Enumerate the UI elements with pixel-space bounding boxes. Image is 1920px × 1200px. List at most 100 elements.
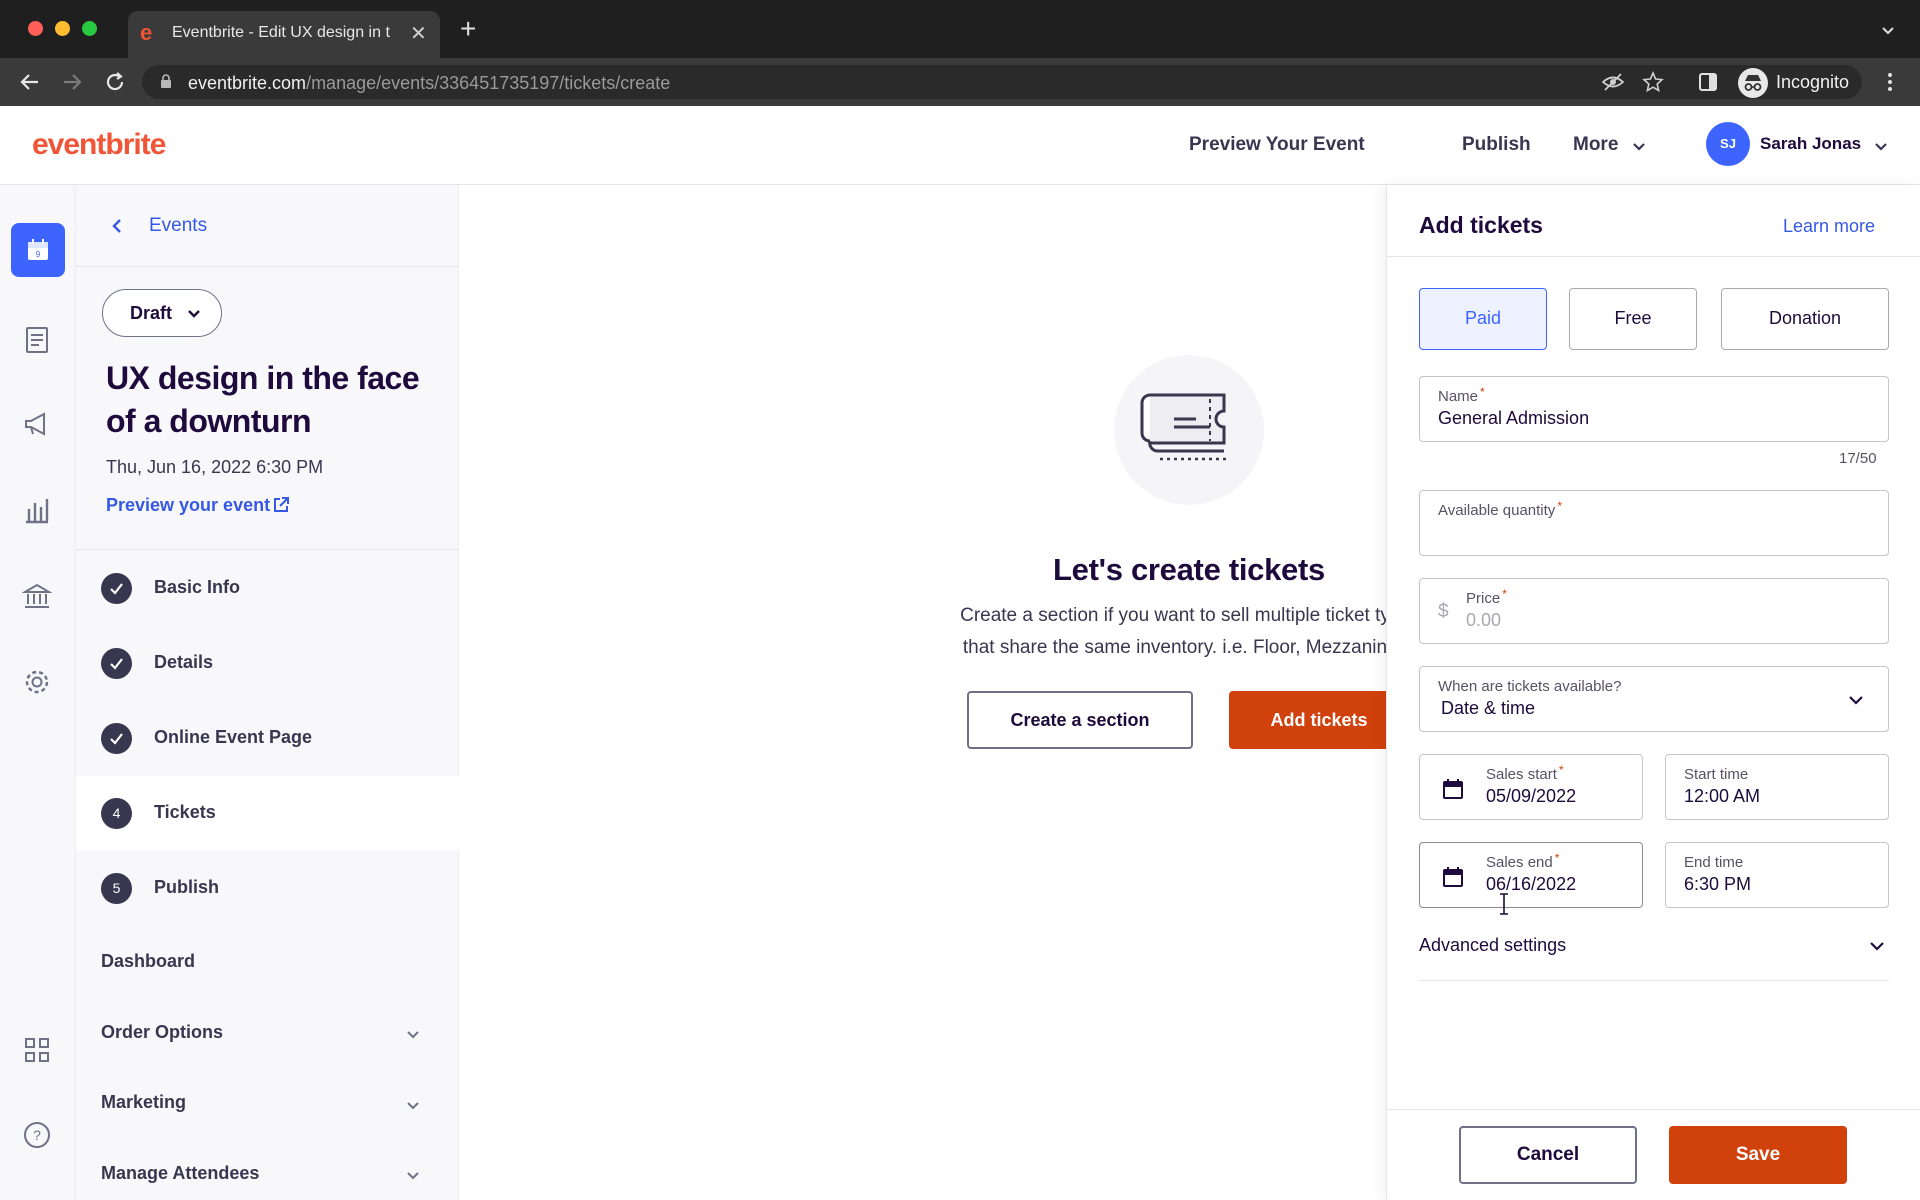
chevron-down-icon[interactable] xyxy=(406,1030,420,1040)
end-time-field[interactable]: End time 6:30 PM xyxy=(1665,842,1889,908)
orders-list-icon[interactable] xyxy=(22,325,52,355)
step-basic-info[interactable]: Basic Info xyxy=(76,551,459,625)
event-date: Thu, Jun 16, 2022 6:30 PM xyxy=(106,457,324,477)
app-header: eventbrite Preview Your Event Publish Mo… xyxy=(0,106,1920,185)
avatar[interactable]: SJ xyxy=(1706,122,1750,166)
ticket-type-free[interactable]: Free xyxy=(1569,288,1697,350)
nav-manage-attendees[interactable]: Manage Attendees xyxy=(101,1163,259,1184)
status-label: Draft xyxy=(130,303,173,323)
url-text: eventbrite.com/manage/events/33645173519… xyxy=(188,73,671,93)
browser-tab[interactable]: e Eventbrite - Edit UX design in t ✕ xyxy=(128,11,440,58)
step-online-event-page[interactable]: Online Event Page xyxy=(76,701,459,775)
sales-end-date-field[interactable]: Sales end * 06/16/2022 xyxy=(1419,842,1643,908)
ticket-type-donation[interactable]: Donation xyxy=(1721,288,1889,350)
step-publish[interactable]: 5 Publish xyxy=(76,851,459,925)
chevron-down-icon xyxy=(188,310,200,318)
step-check-badge xyxy=(101,723,132,754)
reload-icon[interactable] xyxy=(103,70,127,94)
learn-more-link[interactable]: Learn more xyxy=(1783,216,1875,237)
availability-value: Date & time xyxy=(1441,698,1536,718)
settings-gear-icon[interactable] xyxy=(22,667,52,697)
preview-your-event-link[interactable]: Preview Your Event xyxy=(1189,134,1365,156)
calendar-icon xyxy=(1443,867,1463,887)
ticket-name-field[interactable]: Name * General Admission xyxy=(1419,376,1889,442)
tab-title: Eventbrite - Edit UX design in t xyxy=(172,24,390,41)
empty-state-description: Create a section if you want to sell mul… xyxy=(960,605,1390,658)
sidepanel-icon[interactable] xyxy=(1698,72,1718,92)
save-button[interactable]: Save xyxy=(1669,1126,1847,1184)
field-label: When are tickets available? xyxy=(1438,678,1622,695)
price-field[interactable]: $ Price * 0.00 xyxy=(1419,578,1889,644)
available-quantity-field[interactable]: Available quantity * xyxy=(1419,490,1889,556)
sales-start-date-field[interactable]: Sales start * 05/09/2022 xyxy=(1419,754,1643,820)
bookmark-star-icon[interactable] xyxy=(1642,71,1664,93)
event-side-nav: Events Draft UX design in the face of a … xyxy=(76,185,459,1200)
create-section-button[interactable]: Create a section xyxy=(967,691,1193,749)
chevron-down-icon[interactable] xyxy=(406,1171,420,1181)
nav-dashboard[interactable]: Dashboard xyxy=(101,951,195,972)
step-tickets[interactable]: 4 Tickets xyxy=(76,776,459,850)
chevron-left-icon xyxy=(112,219,121,233)
status-dropdown[interactable]: Draft xyxy=(102,289,222,337)
new-tab-icon[interactable]: + xyxy=(460,15,476,43)
field-label: Sales end * xyxy=(1486,851,1560,871)
field-label: Start time xyxy=(1684,766,1749,783)
eye-off-icon[interactable] xyxy=(1602,72,1624,92)
cancel-button[interactable]: Cancel xyxy=(1459,1126,1637,1184)
field-label: Name * xyxy=(1438,385,1485,405)
drawer-header: Add tickets Learn more xyxy=(1387,185,1920,257)
step-label: Publish xyxy=(154,877,220,897)
forward-arrow-icon[interactable] xyxy=(60,70,84,94)
reports-chart-icon[interactable] xyxy=(22,495,52,525)
chevron-down-icon xyxy=(1849,696,1863,705)
step-number-badge: 4 xyxy=(101,798,132,829)
tab-close-icon[interactable]: ✕ xyxy=(410,21,427,46)
window-close-button[interactable] xyxy=(28,21,43,36)
window-minimize-button[interactable] xyxy=(55,21,70,36)
step-details[interactable]: Details xyxy=(76,626,459,700)
step-check-badge xyxy=(101,573,132,604)
external-link-icon[interactable] xyxy=(272,496,290,514)
availability-select[interactable]: When are tickets available? Date & time xyxy=(1419,666,1889,732)
add-tickets-button[interactable]: Add tickets xyxy=(1229,691,1409,749)
app-grid-icon[interactable] xyxy=(22,1035,52,1065)
advanced-settings-toggle[interactable]: Advanced settings xyxy=(1419,925,1889,981)
window-zoom-button[interactable] xyxy=(82,21,97,36)
back-to-events-link[interactable]: Events xyxy=(76,185,459,267)
lock-icon xyxy=(161,74,171,88)
chevron-down-icon[interactable] xyxy=(1632,142,1646,152)
eventbrite-favicon-icon: e xyxy=(140,20,153,45)
user-name[interactable]: Sarah Jonas xyxy=(1760,134,1861,154)
step-label: Basic Info xyxy=(154,577,241,597)
browser-menu-icon[interactable] xyxy=(1880,72,1900,92)
finance-bank-icon[interactable] xyxy=(22,581,52,611)
nav-order-options[interactable]: Order Options xyxy=(101,1022,223,1043)
add-tickets-drawer: Add tickets Learn more Paid Free Donatio… xyxy=(1386,185,1920,1200)
field-label: End time xyxy=(1684,854,1744,871)
svg-text:?: ? xyxy=(33,1127,41,1143)
nav-marketing[interactable]: Marketing xyxy=(101,1092,186,1113)
preview-your-event-link[interactable]: Preview your event xyxy=(106,495,270,516)
tab-search-chevron-icon[interactable] xyxy=(1880,22,1896,38)
start-time-field[interactable]: Start time 12:00 AM xyxy=(1665,754,1889,820)
field-label: Available quantity * xyxy=(1438,499,1562,519)
advanced-settings-label: Advanced settings xyxy=(1419,935,1567,955)
sales-start-value: 05/09/2022 xyxy=(1486,786,1577,806)
eventbrite-logo[interactable]: eventbrite xyxy=(32,128,166,162)
start-time-value: 12:00 AM xyxy=(1684,786,1761,806)
step-number-badge: 5 xyxy=(101,873,132,904)
ticket-type-paid[interactable]: Paid xyxy=(1419,288,1547,350)
url-field[interactable]: eventbrite.com/manage/events/33645173519… xyxy=(142,65,1862,99)
chevron-down-icon[interactable] xyxy=(406,1101,420,1111)
check-icon xyxy=(110,583,123,595)
rail-item-events[interactable]: 9 xyxy=(11,223,65,277)
more-menu[interactable]: More xyxy=(1573,134,1618,156)
publish-link[interactable]: Publish xyxy=(1462,134,1531,156)
help-icon[interactable]: ? xyxy=(22,1120,52,1150)
back-arrow-icon[interactable] xyxy=(18,70,42,94)
field-label: Sales start * xyxy=(1486,763,1564,783)
chevron-down-icon[interactable] xyxy=(1874,142,1888,152)
megaphone-icon[interactable] xyxy=(22,409,52,439)
incognito-icon[interactable] xyxy=(1738,68,1768,98)
step-label: Details xyxy=(154,652,214,672)
